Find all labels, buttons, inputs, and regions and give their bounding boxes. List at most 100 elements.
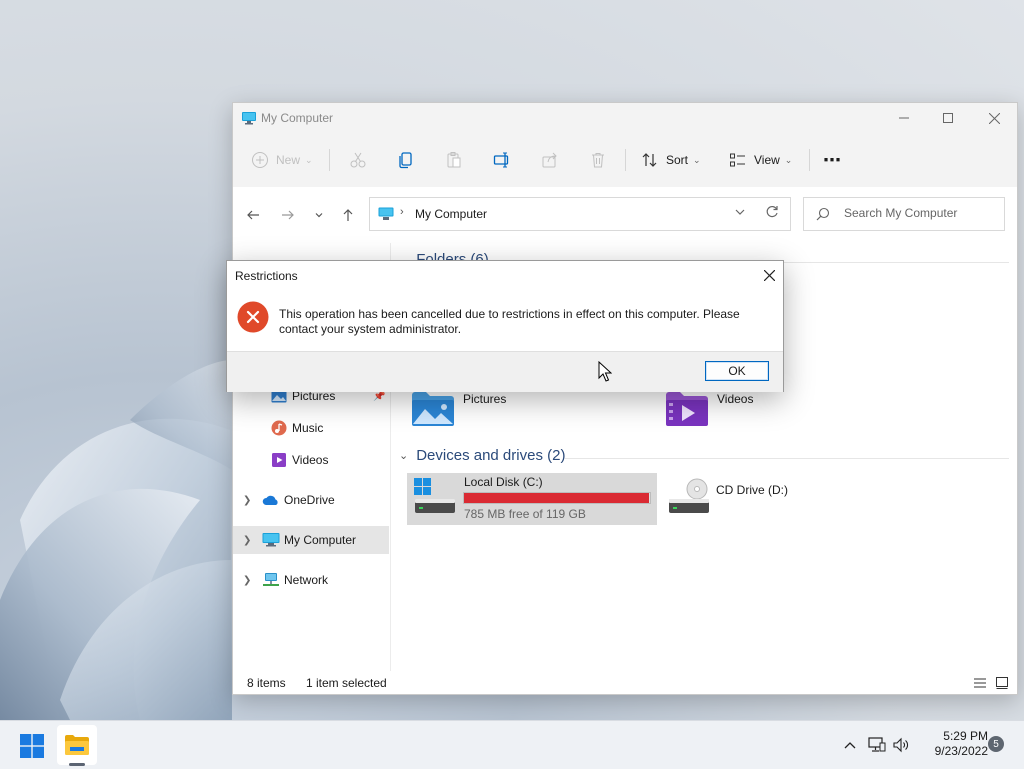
sort-icon [642, 153, 657, 167]
status-bar: 8 items 1 item selected [233, 671, 1017, 694]
address-bar[interactable]: › My Computer [369, 197, 791, 231]
network-icon [263, 573, 279, 586]
separator [329, 149, 330, 171]
clock-date: 9/23/2022 [934, 744, 988, 758]
sidebar-item-onedrive[interactable]: ❯ OneDrive [233, 486, 389, 514]
sidebar-item-label: OneDrive [284, 493, 335, 507]
chevron-down-icon: ⌄ [305, 154, 313, 165]
chevron-up-icon [844, 742, 856, 749]
view-label: View [754, 153, 780, 167]
folder-label: Pictures [463, 392, 507, 406]
copy-button[interactable] [397, 143, 415, 177]
chevron-down-icon: ⌄ [784, 154, 793, 165]
refresh-icon [766, 205, 778, 218]
dialog-close-button[interactable] [759, 265, 779, 285]
minimize-button[interactable] [881, 103, 927, 133]
address-dropdown-button[interactable] [734, 206, 746, 221]
recent-locations-button[interactable] [309, 205, 329, 225]
sidebar-item-network[interactable]: ❯ Network [233, 566, 389, 594]
start-button[interactable] [12, 729, 52, 763]
sidebar-item-label: Music [292, 421, 324, 435]
chevron-down-icon: ⌄ [693, 154, 701, 165]
copy-icon [399, 152, 412, 169]
windows-logo-icon [20, 734, 44, 758]
pictures-folder-icon [412, 392, 454, 426]
up-button[interactable] [338, 205, 358, 225]
mouse-cursor-icon [598, 361, 612, 382]
maximize-icon [943, 113, 953, 123]
share-icon [542, 152, 557, 168]
paste-button[interactable] [445, 143, 463, 177]
folder-tile-pictures[interactable]: Pictures [411, 391, 506, 427]
search-icon [816, 207, 830, 221]
rename-button[interactable] [493, 143, 511, 177]
new-label: New [276, 153, 301, 167]
ok-button[interactable]: OK [705, 361, 769, 381]
separator [625, 149, 626, 171]
details-view-button[interactable] [973, 677, 987, 689]
maximize-button[interactable] [925, 103, 971, 133]
drive-tile-local-disk[interactable]: Local Disk (C:) 785 MB free of 119 GB [407, 473, 657, 525]
chevron-down-icon: ⌄ [399, 450, 409, 462]
title-bar[interactable]: My Computer [233, 103, 1017, 133]
network-status-button[interactable] [866, 735, 888, 755]
divider [565, 458, 1009, 459]
arrow-left-icon [247, 210, 259, 220]
sort-button[interactable]: Sort ⌄ [641, 143, 701, 177]
pin-icon: 📌 [373, 390, 386, 402]
delete-button[interactable] [589, 143, 607, 177]
local-disk-icon [414, 478, 455, 513]
drive-free-space: 785 MB free of 119 GB [464, 507, 586, 521]
devices-group-header[interactable]: ⌄ Devices and drives (2) [399, 447, 565, 464]
search-input[interactable] [842, 205, 996, 221]
back-button[interactable] [243, 205, 263, 225]
drive-name: CD Drive (D:) [716, 483, 788, 497]
forward-button[interactable] [278, 205, 298, 225]
sidebar-item-videos[interactable]: Videos [233, 446, 389, 474]
view-list-icon [730, 153, 745, 167]
close-window-button[interactable] [971, 103, 1017, 133]
drive-name: Local Disk (C:) [464, 475, 543, 489]
refresh-button[interactable] [765, 205, 779, 222]
folder-tile-videos[interactable]: Videos [665, 391, 753, 427]
taskbar: 5:29 PM 9/23/2022 5 [0, 720, 1024, 769]
computer-icon [262, 533, 280, 547]
breadcrumb-my-computer[interactable]: My Computer [415, 207, 487, 221]
plus-circle-icon [252, 152, 268, 168]
explorer-window: My Computer New ⌄ Sort ⌄ View ⌄ ⋯ › My C… [232, 102, 1018, 695]
folder-icon [65, 735, 89, 755]
cut-button[interactable] [349, 143, 367, 177]
chevron-right-icon: ❯ [243, 534, 252, 546]
dialog-title: Restrictions [235, 269, 298, 283]
item-count: 8 items [247, 676, 286, 690]
chevron-right-icon: ❯ [243, 574, 252, 586]
show-hidden-icons-button[interactable] [840, 735, 860, 755]
sidebar-item-my-computer[interactable]: ❯ My Computer [233, 526, 389, 554]
trash-icon [592, 153, 604, 168]
chevron-right-icon: ❯ [243, 494, 252, 506]
breadcrumb-separator-icon: › [400, 206, 404, 218]
sidebar-item-music[interactable]: Music [233, 414, 389, 442]
taskbar-clock[interactable]: 5:29 PM 9/23/2022 [912, 729, 988, 759]
drive-tile-cd-drive[interactable]: CD Drive (D:) [661, 473, 911, 525]
new-button[interactable]: New ⌄ [251, 143, 313, 177]
speaker-icon [893, 737, 908, 753]
share-button[interactable] [541, 143, 559, 177]
minimize-icon [899, 117, 909, 119]
volume-button[interactable] [890, 735, 912, 755]
more-options-button[interactable]: ⋯ [823, 143, 842, 177]
search-box[interactable] [803, 197, 1005, 231]
sidebar-item-label: Network [284, 573, 329, 587]
close-icon [763, 269, 775, 281]
tiles-view-button[interactable] [995, 676, 1009, 690]
notification-badge[interactable]: 5 [988, 736, 1004, 752]
selection-count: 1 item selected [306, 676, 387, 690]
chevron-down-icon [735, 209, 745, 215]
chevron-down-icon [315, 213, 323, 218]
videos-folder-icon [666, 392, 708, 426]
network-monitor-icon [868, 737, 886, 752]
computer-icon [242, 112, 256, 125]
address-row: › My Computer [233, 187, 1017, 244]
view-button[interactable]: View ⌄ [729, 143, 792, 177]
taskbar-file-explorer[interactable] [57, 725, 97, 766]
